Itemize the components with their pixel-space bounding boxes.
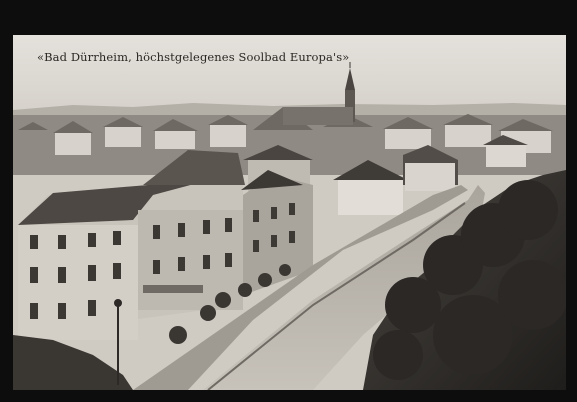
- postcard: «Bad Dürrheim, höchstgelegenes Soolbad E…: [13, 35, 566, 390]
- town-photograph: [13, 35, 566, 390]
- foreground-shrubs: [13, 335, 133, 390]
- sky: [13, 35, 566, 110]
- postcard-caption: «Bad Dürrheim, höchstgelegenes Soolbad E…: [37, 50, 350, 64]
